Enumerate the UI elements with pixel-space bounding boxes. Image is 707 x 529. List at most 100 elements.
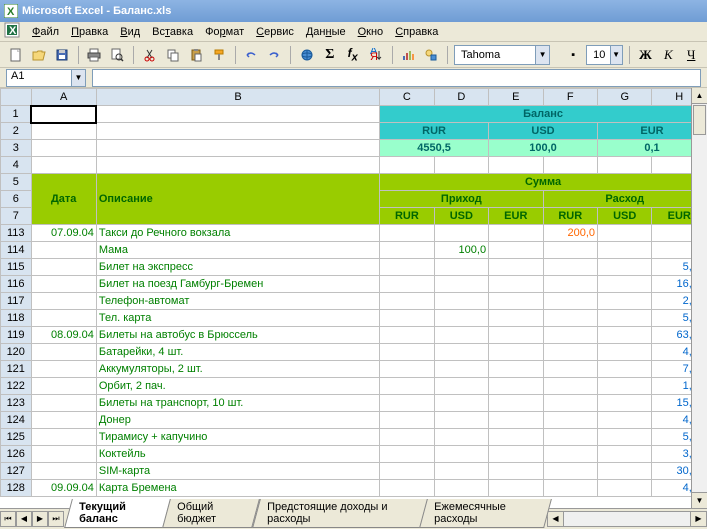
column-header[interactable]: F: [543, 89, 597, 106]
scroll-up-button[interactable]: ▲: [692, 88, 707, 104]
paste-button[interactable]: [186, 44, 206, 66]
value-cell[interactable]: [434, 395, 488, 412]
row-header[interactable]: 117: [1, 293, 32, 310]
menu-данные[interactable]: Данные: [300, 24, 352, 40]
value-cell[interactable]: [489, 310, 543, 327]
formula-input[interactable]: [92, 69, 701, 87]
cell[interactable]: [31, 157, 96, 174]
row-header[interactable]: 121: [1, 361, 32, 378]
value-cell[interactable]: [380, 259, 434, 276]
value-cell[interactable]: [380, 225, 434, 242]
value-cell[interactable]: [380, 276, 434, 293]
date-cell[interactable]: [31, 293, 96, 310]
date-cell[interactable]: [31, 276, 96, 293]
row-header[interactable]: 123: [1, 395, 32, 412]
cell[interactable]: [96, 140, 379, 157]
row-header[interactable]: 127: [1, 463, 32, 480]
excel-app-icon[interactable]: X: [4, 22, 20, 41]
row-header[interactable]: 118: [1, 310, 32, 327]
cell[interactable]: [543, 157, 597, 174]
value-cell[interactable]: [543, 395, 597, 412]
copy-button[interactable]: [163, 44, 183, 66]
value-cell[interactable]: [598, 429, 652, 446]
value-cell[interactable]: [543, 327, 597, 344]
row-header[interactable]: 4: [1, 157, 32, 174]
value-cell[interactable]: [489, 412, 543, 429]
value-cell[interactable]: [543, 378, 597, 395]
value-cell[interactable]: 200,0: [543, 225, 597, 242]
dropdown-arrow-icon[interactable]: ▼: [71, 70, 85, 86]
value-cell[interactable]: [489, 395, 543, 412]
row-header[interactable]: 3: [1, 140, 32, 157]
date-header[interactable]: Дата: [31, 174, 96, 225]
font-size-selector[interactable]: 10 ▼: [586, 45, 623, 65]
value-cell[interactable]: [598, 225, 652, 242]
value-cell[interactable]: [434, 293, 488, 310]
value-cell[interactable]: [489, 429, 543, 446]
value-cell[interactable]: 100,0: [434, 242, 488, 259]
value-cell[interactable]: [380, 463, 434, 480]
column-header[interactable]: E: [489, 89, 543, 106]
cell[interactable]: [96, 157, 379, 174]
value-cell[interactable]: [380, 378, 434, 395]
value-cell[interactable]: [543, 446, 597, 463]
desc-cell[interactable]: Мама: [96, 242, 379, 259]
value-cell[interactable]: [598, 395, 652, 412]
value-cell[interactable]: [543, 361, 597, 378]
row-header[interactable]: 7: [1, 208, 32, 225]
print-button[interactable]: [84, 44, 104, 66]
value-cell[interactable]: [489, 259, 543, 276]
value-cell[interactable]: [598, 327, 652, 344]
horizontal-scrollbar[interactable]: ◀ ▶: [547, 511, 707, 527]
tab-last-button[interactable]: ⏭: [48, 511, 64, 527]
value-cell[interactable]: [380, 429, 434, 446]
redo-button[interactable]: [264, 44, 284, 66]
desc-cell[interactable]: Билеты на автобус в Брюссель: [96, 327, 379, 344]
value-cell[interactable]: [489, 276, 543, 293]
desc-cell[interactable]: Билет на поезд Гамбург-Бремен: [96, 276, 379, 293]
date-cell[interactable]: [31, 463, 96, 480]
value-cell[interactable]: [598, 480, 652, 497]
bold-button[interactable]: Ж: [636, 44, 656, 66]
cell[interactable]: [96, 106, 379, 123]
select-all-corner[interactable]: [1, 89, 32, 106]
date-cell[interactable]: [31, 259, 96, 276]
menu-вставка[interactable]: Вставка: [146, 24, 199, 40]
value-cell[interactable]: [598, 463, 652, 480]
format-painter-button[interactable]: [209, 44, 229, 66]
value-cell[interactable]: [380, 242, 434, 259]
value-cell[interactable]: [380, 412, 434, 429]
drawing-button[interactable]: [421, 44, 441, 66]
hyperlink-button[interactable]: [297, 44, 317, 66]
italic-button[interactable]: К: [658, 44, 678, 66]
scroll-down-button[interactable]: ▼: [692, 492, 707, 508]
sum-header[interactable]: Сумма: [380, 174, 707, 191]
value-cell[interactable]: [380, 395, 434, 412]
value-cell[interactable]: [434, 276, 488, 293]
value-cell[interactable]: [489, 480, 543, 497]
undo-button[interactable]: [241, 44, 261, 66]
row-header[interactable]: 128: [1, 480, 32, 497]
balance-value[interactable]: 4550,5: [380, 140, 489, 157]
sheet-tab[interactable]: Текущий баланс: [64, 499, 171, 528]
cell[interactable]: [434, 157, 488, 174]
date-cell[interactable]: [31, 242, 96, 259]
currency-col-header[interactable]: EUR: [489, 208, 543, 225]
save-button[interactable]: [52, 44, 72, 66]
function-button[interactable]: fx: [343, 44, 363, 66]
value-cell[interactable]: [598, 412, 652, 429]
value-cell[interactable]: [434, 225, 488, 242]
currency-header[interactable]: USD: [489, 123, 598, 140]
sheet-tab[interactable]: Общий бюджет: [163, 499, 261, 528]
row-header[interactable]: 124: [1, 412, 32, 429]
spreadsheet-grid[interactable]: ABCDEFGH 1Баланс2RURUSDEUR34550,5100,00,…: [0, 88, 707, 508]
value-cell[interactable]: [380, 327, 434, 344]
value-cell[interactable]: [434, 378, 488, 395]
date-cell[interactable]: 09.09.04: [31, 480, 96, 497]
value-cell[interactable]: [489, 344, 543, 361]
value-cell[interactable]: [543, 463, 597, 480]
value-cell[interactable]: [434, 327, 488, 344]
cell[interactable]: [96, 123, 379, 140]
value-cell[interactable]: [543, 259, 597, 276]
chart-button[interactable]: [398, 44, 418, 66]
